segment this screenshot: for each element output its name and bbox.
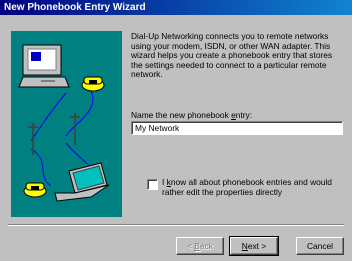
name-label: Name the new phonebook entry: (131, 110, 253, 120)
telephone-icon (81, 76, 105, 92)
computer-icon (18, 44, 70, 88)
wizard-description: Dial-Up Networking connects you to remot… (131, 31, 333, 80)
edit-properties-checkbox[interactable] (147, 179, 158, 190)
cancel-button[interactable]: Cancel (296, 237, 344, 255)
telephone-icon-bottom (23, 182, 47, 198)
window-title: New Phonebook Entry Wizard (4, 2, 146, 13)
laptop-icon (54, 162, 110, 202)
edit-properties-label: I know all about phonebook entries and w… (162, 177, 332, 197)
phonebook-name-input[interactable]: My Network (131, 121, 343, 135)
title-bar[interactable]: New Phonebook Entry Wizard (0, 0, 352, 15)
back-button[interactable]: < Back (176, 237, 224, 255)
button-separator (8, 224, 344, 226)
next-button[interactable]: Next > (229, 236, 279, 256)
wizard-illustration (11, 31, 122, 217)
wizard-window: New Phonebook Entry Wizard Dial-Up Netwo… (0, 0, 352, 261)
